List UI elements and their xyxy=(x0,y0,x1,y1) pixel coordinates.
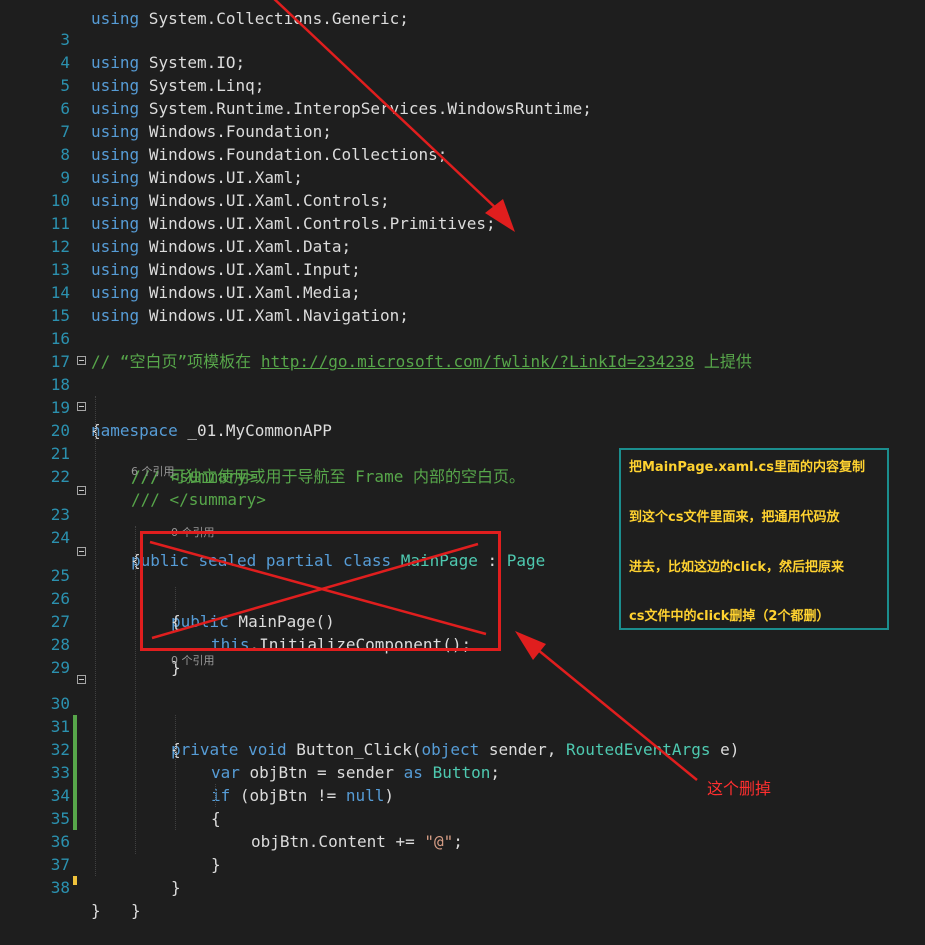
cross-line xyxy=(151,542,479,640)
instruction-line: 把MainPage.xaml.cs里面的内容复制 xyxy=(629,460,865,475)
instruction-line: 到这个cs文件里面来，把通用代码放 xyxy=(629,510,840,525)
arrow-line xyxy=(531,644,698,781)
brace: } xyxy=(91,901,101,920)
annotation-overlay xyxy=(149,0,698,781)
arrow-line xyxy=(273,0,501,213)
instruction-line: cs文件中的click删掉（2个都删） xyxy=(629,609,830,624)
brace: } xyxy=(131,901,141,920)
arrow-head-icon xyxy=(485,199,515,232)
instruction-line: 进去，比如这边的click，然后把原来 xyxy=(629,560,844,575)
instruction-callout: 把MainPage.xaml.cs里面的内容复制 到这个cs文件里面来，把通用代… xyxy=(619,448,889,630)
arrow-head-icon xyxy=(515,631,546,660)
delete-label: 这个删掉 xyxy=(707,779,772,798)
